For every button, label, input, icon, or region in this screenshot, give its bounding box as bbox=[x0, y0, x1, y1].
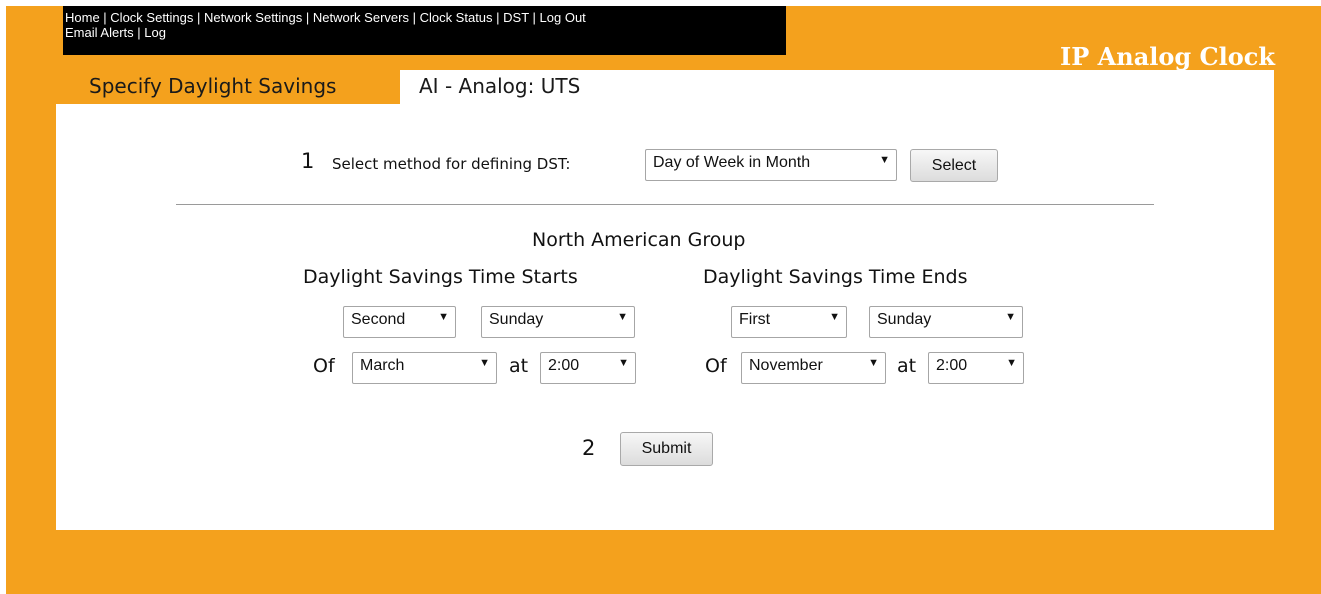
nav-link-log-out[interactable]: Log Out bbox=[540, 10, 586, 25]
dst-end-title: Daylight Savings Time Ends bbox=[703, 266, 968, 288]
dst-end-of-label: Of bbox=[705, 355, 727, 377]
dropdown-arrow-icon: ▼ bbox=[879, 154, 890, 166]
dst-start-day-select[interactable]: Sunday ▼ bbox=[481, 306, 635, 338]
method-label: Select method for defining DST: bbox=[332, 155, 571, 173]
nav-separator: | bbox=[408, 10, 420, 25]
dropdown-arrow-icon: ▼ bbox=[617, 311, 628, 323]
dst-start-day-value: Sunday bbox=[489, 311, 544, 328]
nav-line-2: Email Alerts | Log bbox=[65, 25, 166, 40]
nav-link-log[interactable]: Log bbox=[144, 25, 166, 40]
dropdown-arrow-icon: ▼ bbox=[479, 357, 490, 369]
device-name: AI - Analog: UTS bbox=[419, 74, 581, 98]
dst-start-at-label: at bbox=[509, 355, 529, 377]
nav-link-clock-status[interactable]: Clock Status bbox=[420, 10, 493, 25]
dst-end-at-label: at bbox=[897, 355, 917, 377]
submit-button[interactable]: Submit bbox=[620, 432, 713, 466]
page-heading: Specify Daylight Savings bbox=[89, 74, 337, 98]
nav-separator: | bbox=[528, 10, 540, 25]
dst-end-month-select[interactable]: November ▼ bbox=[741, 352, 886, 384]
dropdown-arrow-icon: ▼ bbox=[829, 311, 840, 323]
dst-start-time-select[interactable]: 2:00 ▼ bbox=[540, 352, 636, 384]
nav-link-email-alerts[interactable]: Email Alerts bbox=[65, 25, 134, 40]
nav-link-network-settings[interactable]: Network Settings bbox=[204, 10, 302, 25]
dst-start-of-label: Of bbox=[313, 355, 335, 377]
brand-title: IP Analog Clock bbox=[1060, 42, 1275, 71]
top-navigation: Home | Clock Settings | Network Settings… bbox=[63, 6, 786, 55]
dst-start-week-value: Second bbox=[351, 311, 406, 328]
dropdown-arrow-icon: ▼ bbox=[618, 357, 629, 369]
dst-end-month-value: November bbox=[749, 357, 823, 374]
nav-separator: | bbox=[133, 25, 145, 40]
dst-start-time-value: 2:00 bbox=[548, 357, 580, 374]
nav-link-dst[interactable]: DST bbox=[503, 10, 529, 25]
nav-link-clock-settings[interactable]: Clock Settings bbox=[110, 10, 193, 25]
dropdown-arrow-icon: ▼ bbox=[438, 311, 449, 323]
nav-separator: | bbox=[99, 10, 111, 25]
nav-separator: | bbox=[302, 10, 313, 25]
group-title: North American Group bbox=[532, 229, 746, 251]
dst-start-title: Daylight Savings Time Starts bbox=[303, 266, 578, 288]
section-divider bbox=[176, 204, 1154, 205]
dst-start-week-select[interactable]: Second ▼ bbox=[343, 306, 456, 338]
step-number-1: 1 bbox=[301, 149, 315, 173]
nav-separator: | bbox=[492, 10, 504, 25]
dropdown-arrow-icon: ▼ bbox=[1005, 311, 1016, 323]
nav-link-network-servers[interactable]: Network Servers bbox=[313, 10, 409, 25]
nav-link-home[interactable]: Home bbox=[65, 10, 100, 25]
dst-method-select[interactable]: Day of Week in Month ▼ bbox=[645, 149, 897, 181]
nav-line-1: Home | Clock Settings | Network Settings… bbox=[65, 10, 586, 25]
dst-end-week-select[interactable]: First ▼ bbox=[731, 306, 847, 338]
dropdown-arrow-icon: ▼ bbox=[868, 357, 879, 369]
dst-end-time-select[interactable]: 2:00 ▼ bbox=[928, 352, 1024, 384]
dst-method-value: Day of Week in Month bbox=[653, 154, 811, 171]
dst-start-month-select[interactable]: March ▼ bbox=[352, 352, 497, 384]
dst-start-month-value: March bbox=[360, 357, 405, 374]
select-button[interactable]: Select bbox=[910, 149, 998, 182]
step-number-2: 2 bbox=[582, 436, 596, 460]
nav-separator: | bbox=[193, 10, 204, 25]
dst-end-day-value: Sunday bbox=[877, 311, 932, 328]
dst-end-time-value: 2:00 bbox=[936, 357, 968, 374]
dst-end-week-value: First bbox=[739, 311, 771, 328]
dropdown-arrow-icon: ▼ bbox=[1006, 357, 1017, 369]
dst-end-day-select[interactable]: Sunday ▼ bbox=[869, 306, 1023, 338]
